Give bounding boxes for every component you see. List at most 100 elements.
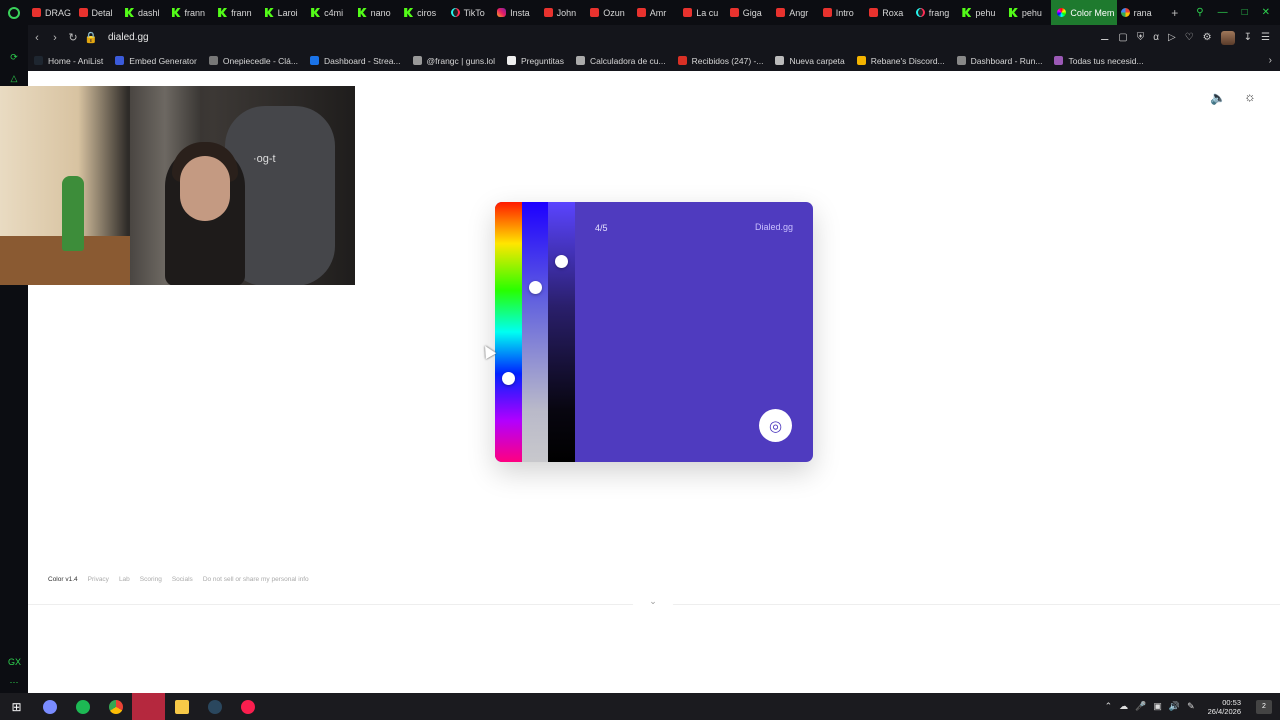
footer-link[interactable]: Privacy [88, 576, 109, 583]
tab-6[interactable]: c4mi [307, 0, 354, 25]
bookmark-item[interactable]: Rebane's Discord... [856, 56, 945, 66]
back-icon[interactable]: ‹ [28, 32, 46, 44]
microphone-icon[interactable]: 🎤 [1135, 701, 1146, 712]
cloud-icon[interactable]: ☁ [1119, 701, 1128, 712]
tab-13[interactable]: Amr [633, 0, 680, 25]
bookmark-item[interactable]: Embed Generator [115, 56, 197, 66]
bookmark-item[interactable]: Recibidos (247) -... [677, 56, 763, 66]
tab-22[interactable]: Color Mem [1051, 0, 1117, 25]
tab-17[interactable]: Intro [819, 0, 866, 25]
start-button[interactable]: ⊞ [0, 693, 33, 720]
lightness-slider[interactable] [548, 202, 575, 462]
tab-20[interactable]: pehu [958, 0, 1005, 25]
tab-3[interactable]: frann [168, 0, 215, 25]
heart-icon[interactable]: ♡ [1185, 32, 1194, 43]
tab-5[interactable]: Laroi [261, 0, 308, 25]
footer-link[interactable]: Socials [172, 576, 193, 583]
taskbar-app-opera[interactable] [33, 693, 66, 720]
footer-link[interactable]: Do not sell or share my personal info [203, 576, 309, 583]
extensions-icon[interactable]: ⚙ [1203, 32, 1212, 43]
tab-19[interactable]: frang [912, 0, 959, 25]
url-field[interactable]: dialed.gg [108, 32, 149, 43]
bookmark-item[interactable]: Todas tus necesid... [1054, 56, 1144, 66]
taskbar-app-obs[interactable] [132, 693, 165, 720]
bookmark-item[interactable]: Nueva carpeta [775, 56, 845, 66]
tab-18[interactable]: Roxa [865, 0, 912, 25]
tab-23[interactable]: rana [1117, 0, 1164, 25]
theme-toggle-icon[interactable]: ☼ [1244, 89, 1256, 104]
network-icon[interactable]: ▣ [1153, 701, 1162, 712]
footer-link[interactable]: Lab [119, 576, 130, 583]
player-icon[interactable]: ▷ [1168, 32, 1176, 43]
notification-center-icon[interactable]: 2 [1256, 699, 1272, 714]
saturation-slider[interactable] [522, 202, 548, 462]
hue-slider-knob[interactable] [502, 372, 515, 385]
taskbar-app-spotify[interactable] [66, 693, 99, 720]
tab-4[interactable]: frann [214, 0, 261, 25]
tab-12[interactable]: Ozun [586, 0, 633, 25]
tab-15[interactable]: Giga [726, 0, 773, 25]
taskbar-app-chrome[interactable] [99, 693, 132, 720]
bookmark-item[interactable]: Onepiecedle - Clá... [208, 55, 298, 66]
submit-color-button[interactable]: ◎ [759, 409, 792, 442]
volume-icon[interactable]: 🔊 [1169, 701, 1180, 712]
pin-icon[interactable]: ⚊ [1100, 32, 1109, 43]
taskbar-app-file-explorer[interactable] [165, 693, 198, 720]
bookmark-item[interactable]: Calculadora de cu... [576, 56, 666, 66]
tab-1[interactable]: Detal [75, 0, 122, 25]
youtube-icon [78, 8, 88, 17]
bookmark-favicon-icon [1054, 56, 1064, 65]
tab-10[interactable]: Insta [493, 0, 540, 25]
tab-21[interactable]: pehu [1005, 0, 1052, 25]
tab-14[interactable]: La cu [679, 0, 726, 25]
new-tab-button[interactable]: + [1163, 6, 1186, 20]
aria-icon[interactable]: △ [8, 73, 20, 85]
tab-label: Amr [649, 7, 667, 18]
pen-icon[interactable]: ✎ [1187, 701, 1195, 712]
more-icon[interactable]: ⋯ [8, 677, 20, 689]
sync-icon[interactable]: ⟳ [8, 52, 20, 64]
taskbar-app-steam[interactable] [198, 693, 231, 720]
lightness-slider-knob[interactable] [555, 255, 568, 268]
taskbar-app-opera-gx[interactable] [231, 693, 264, 720]
kick-icon [171, 8, 181, 17]
scroll-down-chevron-icon[interactable]: ⌄ [632, 594, 674, 608]
profile-avatar[interactable] [1220, 30, 1235, 45]
tab-11[interactable]: John [540, 0, 587, 25]
tab-9[interactable]: TikTo [447, 0, 494, 25]
reload-icon[interactable]: ↻ [64, 31, 82, 44]
clock[interactable]: 00:53 26/4/2026 [1208, 698, 1241, 716]
opera-menu-icon[interactable] [0, 0, 28, 25]
tab-7[interactable]: nano [354, 0, 401, 25]
tab-8[interactable]: ciros [400, 0, 447, 25]
translate-icon[interactable]: α [1153, 32, 1159, 43]
hue-slider[interactable] [495, 202, 522, 462]
maximize-icon[interactable]: □ [1242, 7, 1248, 18]
shield-icon[interactable]: ⛨ [1137, 32, 1145, 43]
sound-icon[interactable]: 🔈 [1210, 90, 1226, 106]
tab-0[interactable]: DRAG [28, 0, 75, 25]
bookmark-item[interactable]: Dashboard - Run... [956, 56, 1042, 66]
tab-16[interactable]: Angr [772, 0, 819, 25]
snapshot-icon[interactable]: ▢ [1118, 32, 1127, 43]
bookmark-item[interactable]: Home - AniList [34, 56, 103, 66]
forward-icon[interactable]: › [46, 32, 64, 44]
gx-icon[interactable]: GX [8, 657, 21, 669]
tab-2[interactable]: dashl [121, 0, 168, 25]
easy-setup-icon[interactable]: ☰ [1261, 32, 1270, 43]
google-icon [1120, 8, 1130, 17]
bookmark-favicon-icon [956, 56, 966, 65]
bookmark-label: Onepiecedle - Clá... [222, 55, 298, 66]
brand-label[interactable]: Dialed.gg [755, 222, 793, 232]
minimize-icon[interactable]: — [1218, 7, 1228, 18]
tray-overflow-icon[interactable]: ⌃ [1105, 701, 1113, 712]
bookmark-item[interactable]: Preguntitas [507, 56, 564, 66]
search-tabs-icon[interactable]: ⚲ [1196, 7, 1203, 18]
bookmark-item[interactable]: Dashboard - Strea... [309, 56, 401, 66]
bookmark-item[interactable]: @frangc | guns.lol [412, 56, 495, 66]
download-icon[interactable]: ↧ [1244, 32, 1252, 43]
bookmarks-more-icon[interactable]: › [1269, 55, 1280, 66]
footer-link[interactable]: Scoring [140, 576, 162, 583]
saturation-slider-knob[interactable] [529, 281, 542, 294]
close-icon[interactable]: ✕ [1262, 7, 1270, 18]
